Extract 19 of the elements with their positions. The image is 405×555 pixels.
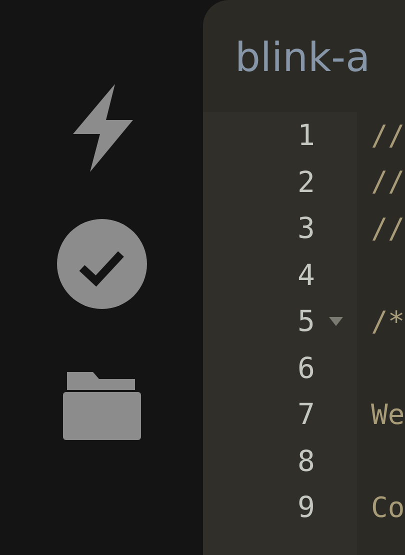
fold-caret-icon[interactable] [329,316,343,326]
line-number: 7 [296,397,315,432]
code-text: /* [371,304,405,338]
line-number: 2 [296,164,315,199]
code-text: We [371,398,405,431]
line-number: 3 [296,211,315,246]
line-number: 8 [296,444,315,478]
code-text: // [371,165,405,198]
code-text: Co [371,490,405,524]
line-number: 5 [296,304,315,338]
folder-icon[interactable] [62,370,140,440]
line-number: 6 [296,350,315,385]
code-text: // [371,212,405,245]
line-number: 9 [296,490,315,524]
file-title: blink-a [234,34,372,83]
code-text: // [371,118,405,152]
check-circle-icon[interactable] [56,218,148,310]
line-number: 1 [296,118,315,152]
line-number: 4 [296,258,315,292]
